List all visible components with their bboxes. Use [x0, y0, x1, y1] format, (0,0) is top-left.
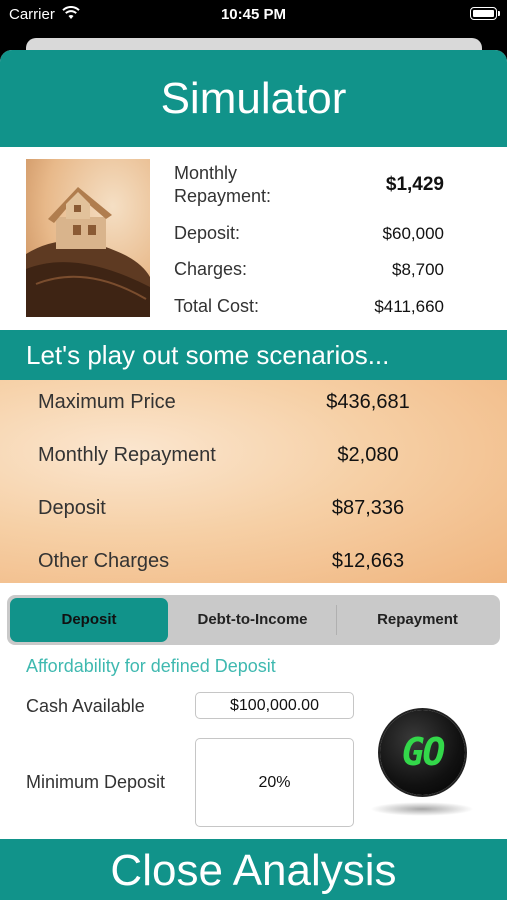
summary-panel: Monthly Repayment: $1,429 Deposit: $60,0…: [0, 147, 507, 330]
tab-debt-to-income[interactable]: Debt-to-Income: [170, 598, 335, 642]
page-title: Simulator: [0, 50, 507, 147]
monthly-repayment-label: Monthly Repayment:: [174, 162, 271, 208]
go-button[interactable]: GO: [380, 710, 465, 795]
go-button-label: GO: [401, 730, 446, 774]
scenario-panel: Maximum Price $436,681 Monthly Repayment…: [0, 380, 507, 583]
simulator-sheet: Simulator Monthly Repayment: $1,429 Depo…: [0, 50, 507, 900]
tab-deposit[interactable]: Deposit: [10, 598, 168, 642]
scenario-value: $436,681: [326, 391, 410, 413]
charges-label: Charges:: [174, 259, 248, 279]
minimum-deposit-label: Minimum Deposit: [26, 772, 166, 792]
cash-available-input[interactable]: $100,000.00: [195, 692, 354, 719]
scenario-row: Maximum Price $436,681: [38, 387, 478, 417]
scenario-label: Maximum Price: [38, 391, 176, 413]
affordability-label: Affordability for defined Deposit: [26, 656, 276, 676]
scenario-row: Other Charges $12,663: [38, 546, 478, 576]
deposit-value: $60,000: [382, 224, 444, 243]
tab-divider: [336, 605, 337, 635]
cash-available-label: Cash Available: [26, 696, 145, 716]
total-cost-label: Total Cost:: [174, 296, 260, 316]
charges-value: $8,700: [392, 260, 444, 279]
monthly-repayment-value: $1,429: [385, 174, 444, 195]
house-photo: [26, 159, 150, 317]
scenario-label: Deposit: [38, 497, 106, 519]
scenario-row: Monthly Repayment $2,080: [38, 440, 478, 470]
go-button-shadow: [370, 802, 474, 816]
status-bar: Carrier 10:45 PM: [0, 0, 507, 38]
deposit-label: Deposit:: [174, 223, 241, 243]
analysis-mode-selector: Deposit Debt-to-Income Repayment: [7, 595, 500, 645]
scenario-label: Monthly Repayment: [38, 444, 216, 466]
scenario-value: $12,663: [331, 550, 405, 572]
scenario-label: Other Charges: [38, 550, 170, 572]
scenario-value: $2,080: [337, 444, 399, 466]
monthly-repayment-label-line2: Repayment:: [174, 186, 272, 206]
status-time: 10:45 PM: [220, 6, 287, 23]
monthly-repayment-label-line1: Monthly: [174, 163, 238, 183]
tab-repayment[interactable]: Repayment: [338, 598, 497, 642]
total-cost-value: $411,660: [374, 297, 444, 316]
scenario-header: Let's play out some scenarios...: [0, 330, 507, 380]
minimum-deposit-picker[interactable]: 20%: [195, 738, 354, 827]
close-analysis-button[interactable]: Close Analysis: [0, 839, 507, 900]
battery-icon: [470, 7, 500, 20]
scenario-row: Deposit $87,336: [38, 493, 478, 523]
scenario-value: $87,336: [331, 497, 405, 519]
